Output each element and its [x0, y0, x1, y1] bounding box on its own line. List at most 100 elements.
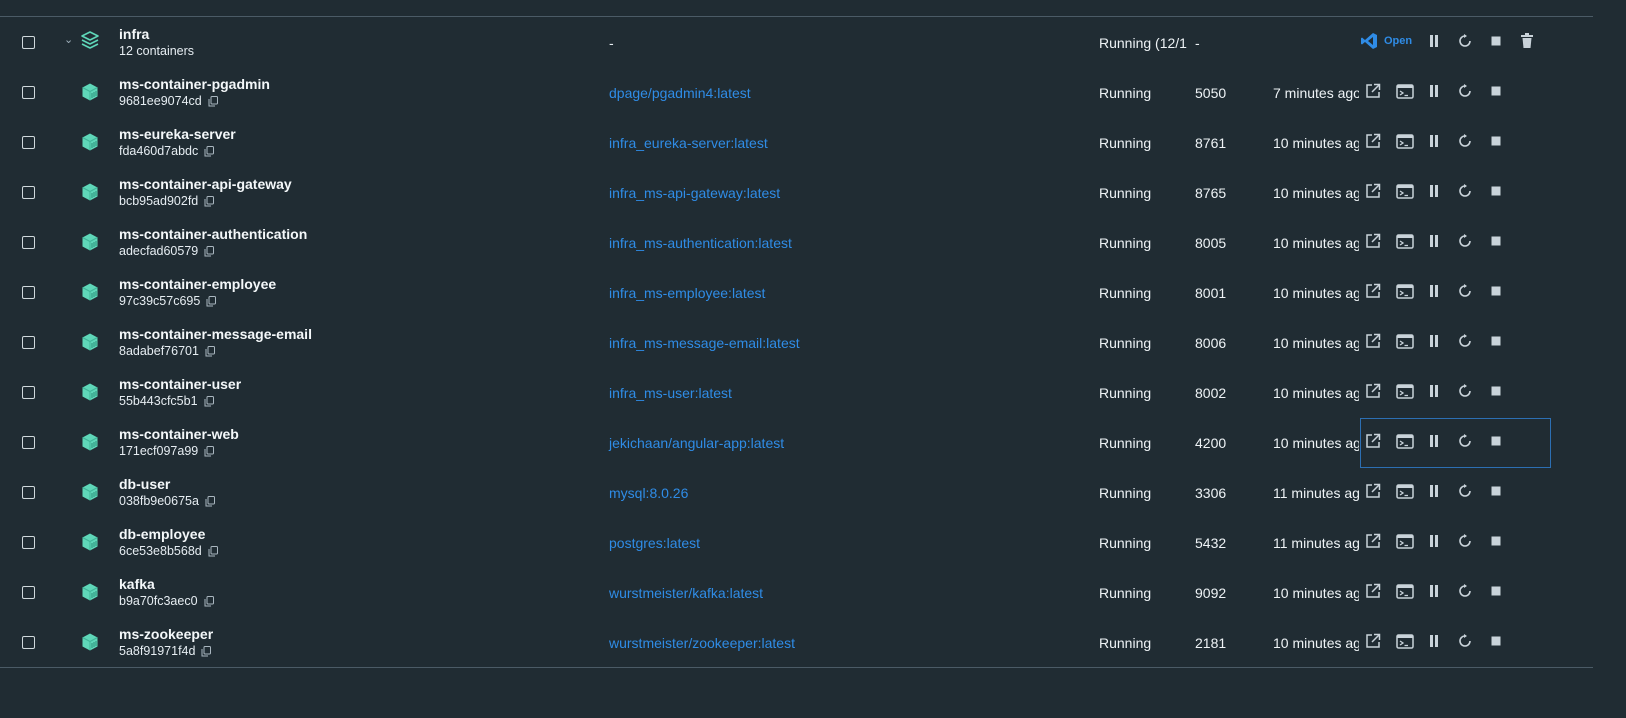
restart-icon[interactable] — [1455, 631, 1475, 651]
row-checkbox[interactable] — [22, 486, 35, 499]
container-row[interactable]: db-employee 6ce53e8b568d postgres:latest… — [0, 516, 1600, 568]
open-in-browser-icon[interactable] — [1363, 331, 1383, 351]
restart-icon[interactable] — [1455, 81, 1475, 101]
terminal-icon[interactable] — [1395, 231, 1415, 251]
stop-icon[interactable] — [1486, 281, 1506, 301]
pause-icon[interactable] — [1424, 31, 1444, 51]
container-image-link[interactable]: wurstmeister/kafka:latest — [609, 585, 763, 601]
copy-icon[interactable] — [205, 345, 215, 357]
container-port[interactable]: 8001 — [1195, 285, 1226, 301]
copy-icon[interactable] — [204, 145, 215, 157]
row-checkbox[interactable] — [22, 536, 35, 549]
open-in-browser-icon[interactable] — [1363, 281, 1383, 301]
container-port[interactable]: 3306 — [1195, 485, 1226, 501]
restart-icon[interactable] — [1455, 31, 1475, 51]
stop-icon[interactable] — [1486, 581, 1506, 601]
container-image-link[interactable]: dpage/pgadmin4:latest — [609, 85, 751, 101]
row-checkbox[interactable] — [22, 386, 35, 399]
container-row[interactable]: ms-container-user 55b443cfc5b1 infra_ms-… — [0, 366, 1600, 418]
container-image-link[interactable]: jekichaan/angular-app:latest — [609, 435, 784, 451]
container-row[interactable]: ms-container-pgadmin 9681ee9074cd dpage/… — [0, 66, 1600, 118]
open-in-browser-icon[interactable] — [1363, 181, 1383, 201]
restart-icon[interactable] — [1455, 381, 1475, 401]
restart-icon[interactable] — [1455, 231, 1475, 251]
container-image-link[interactable]: infra_ms-api-gateway:latest — [609, 185, 780, 201]
container-port[interactable]: 8006 — [1195, 335, 1226, 351]
open-in-browser-icon[interactable] — [1363, 131, 1383, 151]
open-in-browser-icon[interactable] — [1363, 531, 1383, 551]
copy-icon[interactable] — [201, 645, 212, 657]
container-row[interactable]: kafka b9a70fc3aec0 wurstmeister/kafka:la… — [0, 566, 1600, 618]
row-checkbox[interactable] — [22, 636, 35, 649]
stop-icon[interactable] — [1486, 381, 1506, 401]
container-port[interactable]: 5050 — [1195, 85, 1226, 101]
row-checkbox[interactable] — [22, 136, 35, 149]
restart-icon[interactable] — [1455, 531, 1475, 551]
open-in-browser-icon[interactable] — [1363, 631, 1383, 651]
restart-icon[interactable] — [1455, 181, 1475, 201]
pause-icon[interactable] — [1424, 531, 1444, 551]
stop-icon[interactable] — [1486, 631, 1506, 651]
container-row[interactable]: ms-container-message-email 8adabef76701 … — [0, 316, 1600, 368]
open-in-browser-icon[interactable] — [1363, 581, 1383, 601]
stop-icon[interactable] — [1486, 531, 1506, 551]
container-port[interactable]: 8002 — [1195, 385, 1226, 401]
pause-icon[interactable] — [1424, 281, 1444, 301]
open-in-browser-icon[interactable] — [1363, 381, 1383, 401]
open-in-vscode-button[interactable]: Open — [1360, 31, 1412, 51]
trash-icon[interactable] — [1517, 31, 1537, 51]
pause-icon[interactable] — [1424, 631, 1444, 651]
copy-icon[interactable] — [208, 95, 218, 107]
row-checkbox[interactable] — [22, 286, 35, 299]
terminal-icon[interactable] — [1395, 81, 1415, 101]
terminal-icon[interactable] — [1395, 631, 1415, 651]
restart-icon[interactable] — [1455, 131, 1475, 151]
open-in-browser-icon[interactable] — [1363, 481, 1383, 501]
stop-icon[interactable] — [1486, 181, 1506, 201]
container-image-link[interactable]: infra_ms-message-email:latest — [609, 335, 800, 351]
open-in-browser-icon[interactable] — [1363, 81, 1383, 101]
terminal-icon[interactable] — [1395, 131, 1415, 151]
container-row[interactable]: db-user 038fb9e0675a mysql:8.0.26 Runnin… — [0, 466, 1600, 518]
copy-icon[interactable] — [204, 395, 214, 407]
container-image-link[interactable]: infra_eureka-server:latest — [609, 135, 768, 151]
stop-icon[interactable] — [1486, 231, 1506, 251]
copy-icon[interactable] — [205, 495, 215, 507]
stop-icon[interactable] — [1486, 131, 1506, 151]
container-row[interactable]: ms-container-authentication adecfad60579… — [0, 216, 1600, 268]
row-checkbox[interactable] — [22, 236, 35, 249]
restart-icon[interactable] — [1455, 281, 1475, 301]
stop-icon[interactable] — [1486, 481, 1506, 501]
container-row[interactable]: ms-container-employee 97c39c57c695 infra… — [0, 266, 1600, 318]
pause-icon[interactable] — [1424, 481, 1444, 501]
pause-icon[interactable] — [1424, 181, 1444, 201]
row-checkbox[interactable] — [22, 86, 35, 99]
row-checkbox[interactable] — [22, 186, 35, 199]
pause-icon[interactable] — [1424, 131, 1444, 151]
stop-icon[interactable] — [1486, 81, 1506, 101]
open-in-browser-icon[interactable] — [1363, 231, 1383, 251]
container-port[interactable]: 8005 — [1195, 235, 1226, 251]
terminal-icon[interactable] — [1395, 531, 1415, 551]
pause-icon[interactable] — [1424, 381, 1444, 401]
stop-icon[interactable] — [1486, 31, 1506, 51]
row-checkbox[interactable] — [22, 436, 35, 449]
restart-icon[interactable] — [1455, 331, 1475, 351]
container-port[interactable]: 5432 — [1195, 535, 1226, 551]
container-port[interactable]: 2181 — [1195, 635, 1226, 651]
restart-icon[interactable] — [1455, 581, 1475, 601]
copy-icon[interactable] — [204, 595, 214, 607]
container-image-link[interactable]: wurstmeister/zookeeper:latest — [609, 635, 795, 651]
container-row[interactable]: ms-eureka-server fda460d7abdc infra_eure… — [0, 116, 1600, 168]
group-row-infra[interactable]: ⌄ infra 12 containers - Running (12/12) … — [0, 16, 1600, 68]
terminal-icon[interactable] — [1395, 331, 1415, 351]
terminal-icon[interactable] — [1395, 481, 1415, 501]
terminal-icon[interactable] — [1395, 381, 1415, 401]
container-port[interactable]: 4200 — [1195, 435, 1226, 451]
terminal-icon[interactable] — [1395, 581, 1415, 601]
pause-icon[interactable] — [1424, 581, 1444, 601]
container-port[interactable]: 9092 — [1195, 585, 1226, 601]
container-image-link[interactable]: mysql:8.0.26 — [609, 485, 688, 501]
pause-icon[interactable] — [1424, 81, 1444, 101]
terminal-icon[interactable] — [1395, 281, 1415, 301]
